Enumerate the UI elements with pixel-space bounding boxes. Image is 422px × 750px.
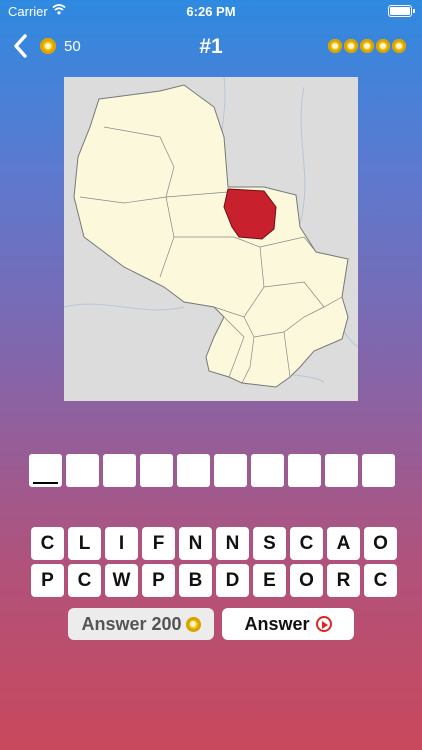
- letter-key[interactable]: L: [68, 527, 101, 560]
- letter-key[interactable]: E: [253, 564, 286, 597]
- country-map: [64, 77, 358, 401]
- answer-slot[interactable]: [66, 454, 99, 487]
- battery-icon: [388, 5, 415, 17]
- answer-slot[interactable]: [177, 454, 210, 487]
- answer-slots: [29, 454, 395, 487]
- letter-key[interactable]: I: [105, 527, 138, 560]
- letter-key[interactable]: S: [253, 527, 286, 560]
- answer-slot[interactable]: [140, 454, 173, 487]
- answer-slot[interactable]: [288, 454, 321, 487]
- letter-key[interactable]: N: [179, 527, 212, 560]
- answer-slot[interactable]: [29, 454, 62, 487]
- letter-key[interactable]: B: [179, 564, 212, 597]
- level-progress: [328, 39, 406, 53]
- progress-coin-icon: [392, 39, 406, 53]
- answer-with-video-button[interactable]: Answer: [222, 608, 354, 640]
- answer-slot[interactable]: [325, 454, 358, 487]
- clock: 6:26 PM: [186, 4, 236, 19]
- letter-key[interactable]: O: [290, 564, 323, 597]
- letter-key[interactable]: C: [31, 527, 64, 560]
- letter-key[interactable]: F: [142, 527, 175, 560]
- answer-slot[interactable]: [103, 454, 136, 487]
- letter-key[interactable]: C: [364, 564, 397, 597]
- answer-with-coins-button[interactable]: Answer 200: [68, 608, 214, 640]
- letter-key[interactable]: W: [105, 564, 138, 597]
- status-bar: Carrier 6:26 PM: [0, 0, 422, 22]
- progress-coin-icon: [376, 39, 390, 53]
- answer-slot[interactable]: [362, 454, 395, 487]
- answer-slot[interactable]: [251, 454, 284, 487]
- letter-keyboard: C L I F N N S C A O P C W P B D E O R C: [31, 527, 397, 597]
- map-image: [64, 77, 358, 401]
- progress-coin-icon: [344, 39, 358, 53]
- coin-icon: [185, 616, 201, 632]
- progress-coin-icon: [360, 39, 374, 53]
- letter-key[interactable]: D: [216, 564, 249, 597]
- top-bar: 50 #1: [0, 26, 422, 66]
- letter-key[interactable]: C: [68, 564, 101, 597]
- play-video-icon: [315, 616, 332, 632]
- letter-key[interactable]: A: [327, 527, 360, 560]
- letter-key[interactable]: R: [327, 564, 360, 597]
- letter-key[interactable]: N: [216, 527, 249, 560]
- letter-key[interactable]: O: [364, 527, 397, 560]
- answer-with-coins-label: Answer 200: [81, 613, 182, 634]
- letter-key[interactable]: P: [31, 564, 64, 597]
- answer-with-video-label: Answer: [244, 613, 310, 634]
- answer-slot[interactable]: [214, 454, 247, 487]
- letter-key[interactable]: P: [142, 564, 175, 597]
- progress-coin-icon: [328, 39, 342, 53]
- letter-key[interactable]: C: [290, 527, 323, 560]
